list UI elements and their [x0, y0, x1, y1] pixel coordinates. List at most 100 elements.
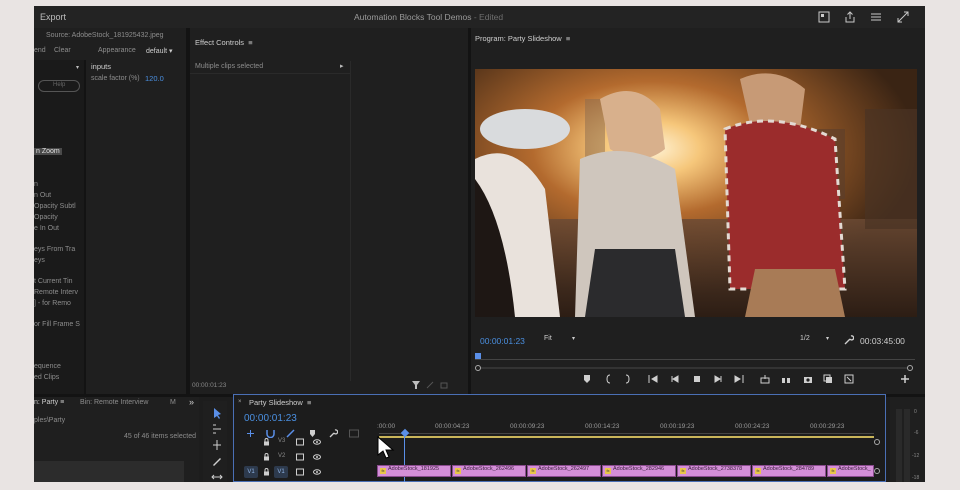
stop-icon[interactable] — [692, 374, 702, 384]
sync-lock-icon[interactable] — [296, 468, 304, 476]
timeline-clip[interactable]: fx AdobeStock_262497 — [527, 465, 601, 477]
lock-icon[interactable] — [263, 453, 270, 461]
workspace-icon[interactable] — [818, 11, 830, 23]
program-video-frame[interactable] — [475, 69, 917, 317]
list-item[interactable]: e In Out — [34, 225, 59, 232]
mark-in-icon[interactable] — [604, 374, 614, 384]
lock-icon[interactable] — [263, 468, 270, 476]
list-item[interactable]: or Fill Frame S — [34, 321, 80, 328]
tab-clear[interactable]: Clear — [54, 47, 71, 54]
timeline-clip[interactable]: fx AdobeStock_181925 — [377, 465, 451, 477]
eye-icon[interactable] — [313, 468, 321, 476]
ripple-edit-tool-icon[interactable] — [211, 439, 223, 451]
scale-factor-value[interactable]: 120.0 — [145, 74, 164, 83]
share-icon[interactable] — [844, 11, 856, 23]
program-timecode[interactable]: 00:00:01:23 — [480, 336, 525, 346]
step-forward-icon[interactable] — [713, 374, 723, 384]
list-item[interactable]: Remote Interv — [34, 289, 78, 296]
lift-icon[interactable] — [760, 374, 770, 384]
timeline-clip[interactable]: fx AdobeStock_262496 — [452, 465, 526, 477]
timeline-clip[interactable]: fx AdobeStock_ — [827, 465, 874, 477]
go-to-in-icon[interactable] — [648, 374, 658, 384]
lock-icon[interactable] — [263, 438, 270, 446]
list-item[interactable]: Opacity Subtl — [34, 203, 76, 210]
export-frame-icon[interactable] — [440, 381, 448, 389]
effect-controls-title[interactable]: Effect Controls ≡ — [195, 38, 253, 47]
linked-selection-icon[interactable] — [286, 429, 295, 438]
timeline-clip[interactable]: fx AdobeStock_284789 — [752, 465, 826, 477]
fit-dropdown[interactable]: Fit ▾ — [540, 334, 580, 345]
appearance-dropdown[interactable]: default ▾ — [146, 47, 173, 55]
list-item[interactable]: eys — [34, 257, 45, 264]
list-dropdown-icon[interactable]: ▾ — [76, 64, 79, 71]
tab-end[interactable]: end — [34, 47, 46, 54]
work-area-bar[interactable] — [379, 436, 874, 438]
timeline-ruler[interactable] — [379, 433, 874, 434]
tab-bin-remote-interview[interactable]: Bin: Remote Interview — [80, 399, 148, 406]
snap-icon[interactable] — [266, 429, 275, 438]
timeline-title[interactable]: Party Slideshow ≡ — [249, 398, 311, 407]
tab-more[interactable]: M — [170, 399, 176, 406]
extract-icon[interactable] — [781, 374, 791, 384]
track-label-v2[interactable]: V2 — [278, 453, 285, 459]
track-select-tool-icon[interactable] — [211, 423, 223, 435]
panel-splitter[interactable] — [84, 60, 86, 394]
progress-icon[interactable] — [870, 11, 882, 23]
export-tab[interactable]: Export — [40, 12, 66, 22]
resolution-dropdown[interactable]: 1/2 ▾ — [796, 334, 836, 345]
timeline-timecode[interactable]: 00:00:01:23 — [244, 413, 297, 424]
list-item[interactable]: n Out — [34, 192, 51, 199]
go-to-out-icon[interactable] — [734, 374, 744, 384]
timeline-clip[interactable]: fx AdobeStock_282946 — [602, 465, 676, 477]
wrench-icon[interactable] — [844, 335, 854, 345]
sync-lock-icon[interactable] — [296, 438, 304, 446]
zoom-bar[interactable] — [475, 365, 913, 371]
list-item[interactable]: ] - for Remo — [34, 300, 71, 307]
program-monitor-title[interactable]: Program: Party Slideshow ≡ — [475, 34, 570, 43]
close-tab-icon[interactable]: × — [238, 399, 242, 405]
track-label-v3[interactable]: V3 — [278, 438, 285, 444]
program-scrubber[interactable] — [475, 353, 915, 362]
list-item[interactable]: n Zoom — [34, 148, 62, 155]
help-button[interactable]: Help — [38, 80, 80, 92]
timeline-clip[interactable]: fx AdobeStock_2738378 — [677, 465, 751, 477]
ruler-label: 00:00:24:23 — [735, 423, 770, 430]
timeline-zoom-handle[interactable] — [874, 468, 880, 474]
list-item[interactable]: t Current Tin — [34, 278, 73, 285]
list-item[interactable]: eys From Tra — [34, 246, 75, 253]
slip-tool-icon[interactable] — [211, 471, 223, 482]
razor-tool-icon[interactable] — [211, 455, 223, 467]
program-playhead[interactable] — [475, 353, 481, 359]
captions-icon[interactable] — [349, 429, 359, 438]
track-target-v1[interactable]: V1 — [274, 466, 288, 478]
marker-icon[interactable] — [582, 374, 592, 384]
nest-icon[interactable] — [246, 429, 255, 438]
timeline-settings-icon[interactable] — [329, 429, 338, 438]
step-back-icon[interactable] — [670, 374, 680, 384]
multicam-icon[interactable] — [844, 374, 854, 384]
keyframe-nav-icon[interactable] — [426, 381, 434, 389]
tab-party[interactable]: n: Party ≡ — [34, 399, 64, 406]
comparison-view-icon[interactable] — [823, 374, 833, 384]
add-marker-icon[interactable] — [308, 429, 317, 438]
timeline-zoom-handle[interactable] — [874, 439, 880, 445]
add-button-icon[interactable] — [900, 374, 910, 384]
eye-icon[interactable] — [313, 438, 321, 446]
selection-tool-icon[interactable] — [211, 407, 223, 419]
effect-timecode[interactable]: 00:00:01:23 — [192, 382, 226, 389]
list-item[interactable]: n — [34, 181, 38, 188]
camera-icon[interactable] — [803, 374, 813, 384]
panel-overflow-icon[interactable]: » — [189, 397, 194, 407]
eye-icon[interactable] — [313, 453, 321, 461]
mark-out-icon[interactable] — [622, 374, 632, 384]
fullscreen-icon[interactable] — [897, 11, 909, 23]
list-item[interactable]: ed Clips — [34, 374, 59, 381]
list-item[interactable]: Opacity — [34, 214, 58, 221]
list-item[interactable]: equence — [34, 363, 61, 370]
chevron-right-icon[interactable]: ▸ — [340, 62, 344, 70]
filter-icon[interactable] — [412, 381, 420, 389]
fx-badge: fx — [530, 468, 536, 474]
bin-thumbnail-area[interactable] — [34, 461, 184, 482]
source-patch-v1[interactable]: V1 — [244, 466, 258, 478]
sync-lock-icon[interactable] — [296, 453, 304, 461]
